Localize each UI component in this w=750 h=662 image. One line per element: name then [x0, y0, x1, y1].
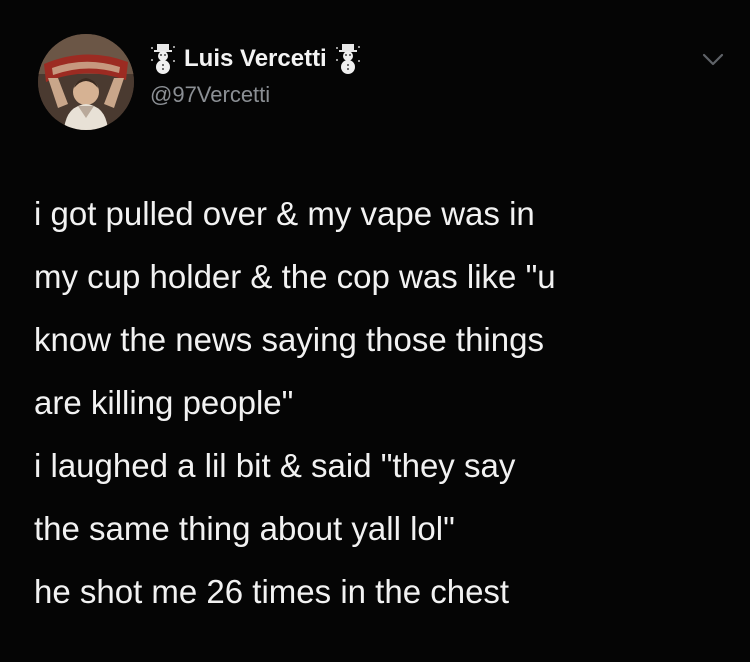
display-name[interactable]: Luis Vercetti [184, 45, 327, 73]
tweet-line: i got pulled over & my vape was in [34, 195, 535, 232]
tweet-line: the same thing about yall lol" [34, 510, 455, 547]
tweet-header: Luis Vercetti @97Vercetti [150, 42, 361, 108]
name-row: Luis Vercetti [150, 42, 361, 76]
avatar[interactable] [38, 34, 134, 130]
avatar-photo [38, 34, 134, 130]
chevron-down-icon[interactable] [700, 50, 726, 70]
tweet-card: Luis Vercetti @97Vercetti i got pulled o… [0, 0, 750, 662]
tweet-line: are killing people" [34, 384, 294, 421]
tweet-line: my cup holder & the cop was like "u [34, 258, 556, 295]
snowman-icon [150, 44, 176, 74]
tweet-line: know the news saying those things [34, 321, 544, 358]
tweet-line: he shot me 26 times in the chest [34, 573, 510, 610]
user-handle[interactable]: @97Vercetti [150, 82, 361, 108]
tweet-line: i laughed a lil bit & said "they say [34, 447, 516, 484]
tweet-text: i got pulled over & my vape was in my cu… [34, 182, 734, 623]
snowman-icon [335, 44, 361, 74]
